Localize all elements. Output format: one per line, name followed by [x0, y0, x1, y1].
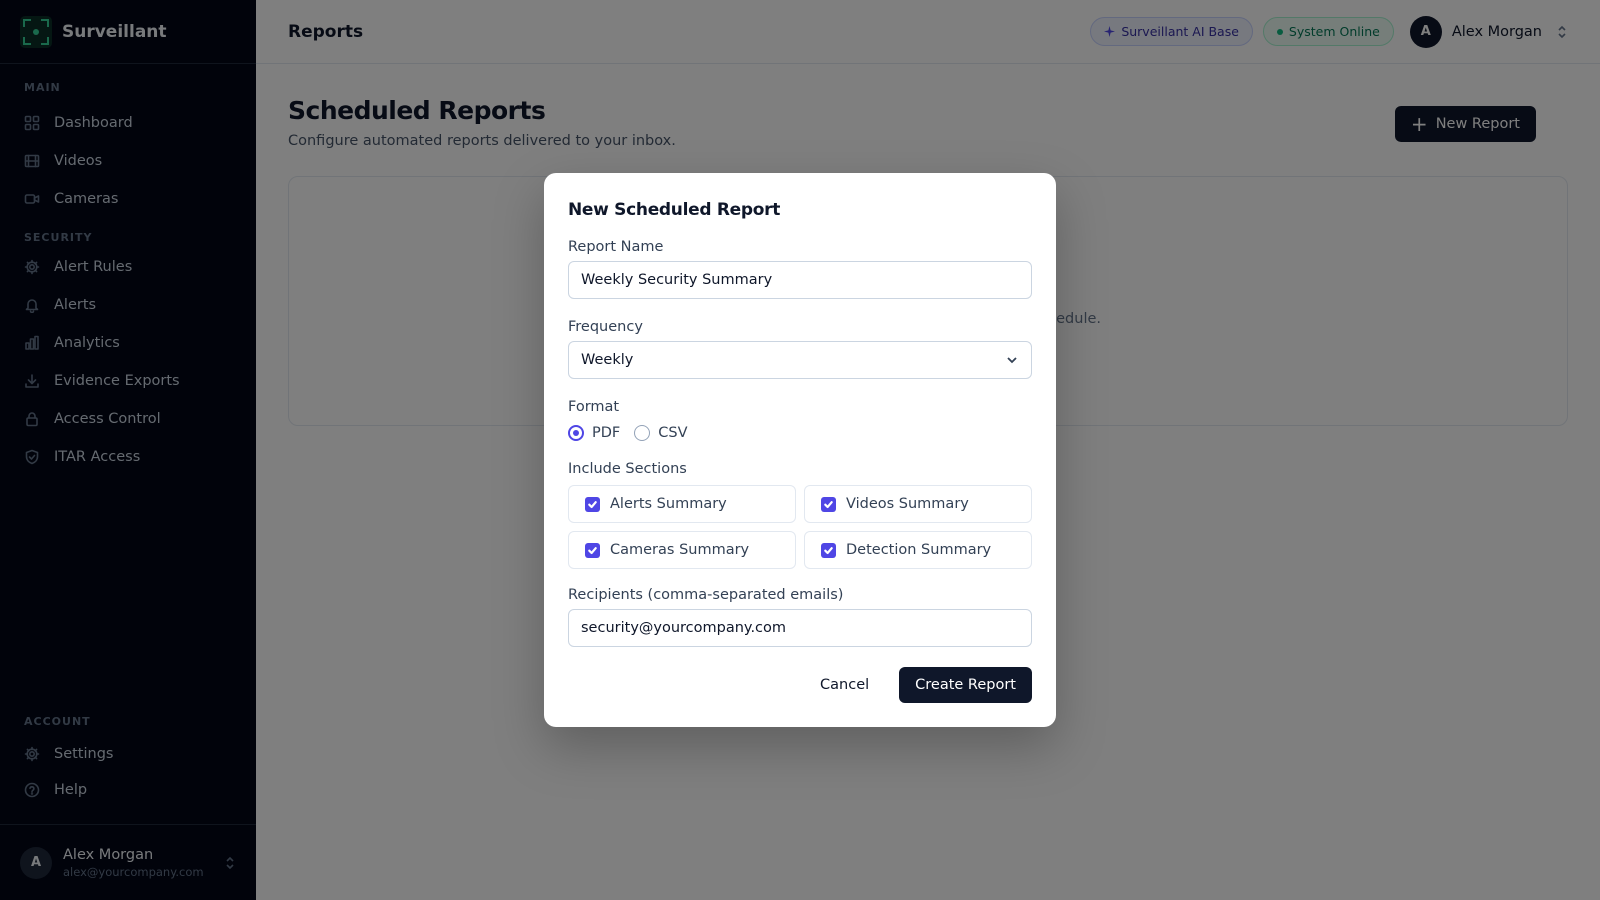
section-option-cameras[interactable]: Cameras Summary	[568, 531, 796, 569]
format-radio-pdf[interactable]	[568, 425, 584, 441]
format-option-label: CSV	[658, 425, 688, 441]
new-report-dialog: New Scheduled Report Report Name Frequen…	[544, 173, 1056, 727]
frequency-value: Weekly	[581, 352, 634, 368]
report-name-label: Report Name	[568, 239, 664, 255]
section-option-alerts[interactable]: Alerts Summary	[568, 485, 796, 523]
dialog-actions: Cancel Create Report	[804, 667, 1032, 703]
recipients-input[interactable]	[568, 609, 1032, 647]
create-report-button[interactable]: Create Report	[899, 667, 1032, 703]
checkbox-checked-icon[interactable]	[821, 496, 836, 512]
include-sections-label: Include Sections	[568, 461, 687, 477]
cancel-button[interactable]: Cancel	[804, 667, 885, 703]
section-option-label: Detection Summary	[846, 542, 992, 558]
format-label: Format	[568, 399, 620, 415]
frequency-label: Frequency	[568, 319, 643, 335]
sections-grid: Alerts Summary Videos Summary Cameras Su…	[568, 485, 1032, 569]
section-option-label: Alerts Summary	[610, 496, 727, 512]
recipients-label: Recipients (comma-separated emails)	[568, 587, 844, 603]
chevron-down-icon	[1007, 357, 1017, 364]
checkbox-checked-icon[interactable]	[821, 542, 836, 558]
section-option-videos[interactable]: Videos Summary	[804, 485, 1032, 523]
section-option-label: Cameras Summary	[610, 542, 750, 558]
section-option-detection[interactable]: Detection Summary	[804, 531, 1032, 569]
checkbox-checked-icon[interactable]	[585, 496, 600, 512]
report-name-input[interactable]	[568, 261, 1032, 299]
format-radio-group: PDF CSV	[568, 423, 1032, 443]
format-radio-csv[interactable]	[634, 425, 651, 441]
section-option-label: Videos Summary	[846, 496, 969, 512]
checkbox-checked-icon[interactable]	[585, 542, 600, 558]
frequency-select[interactable]: Weekly	[568, 341, 1032, 379]
format-option-label: PDF	[592, 425, 621, 441]
dialog-title: New Scheduled Report	[568, 200, 781, 220]
